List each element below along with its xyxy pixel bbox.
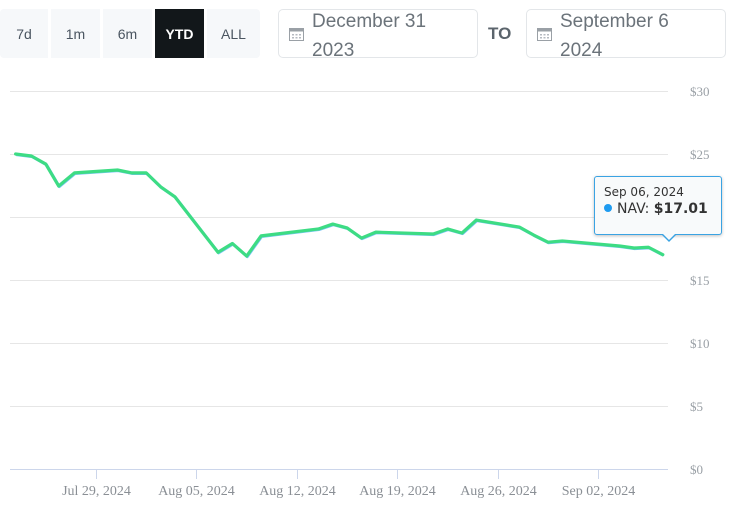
x-tick-label: Aug 19, 2024 (359, 484, 436, 499)
nav-line-chart[interactable]: $0$5$10$15$20$25$30 Jul 29, 2024Aug 05, … (0, 0, 736, 506)
y-tick-label: $0 (690, 462, 703, 477)
tooltip-date: Sep 06, 2024 (604, 185, 684, 199)
y-axis-labels: $0$5$10$15$20$25$30 (690, 84, 710, 477)
x-tick-label: Aug 05, 2024 (158, 484, 235, 499)
tooltip-value: $17.01 (653, 201, 708, 217)
y-tick-label: $25 (690, 147, 710, 162)
x-axis: Jul 29, 2024 Aug 05, 2024 Aug 12, 2024 Aug … (10, 469, 668, 499)
series-layer (14, 152, 665, 259)
x-tick-label: Jul 29, 2024 (62, 484, 131, 499)
y-tick-label: $10 (690, 336, 710, 351)
tooltip-arrow-inner (662, 233, 676, 240)
y-tick-label: $30 (690, 84, 710, 99)
x-tick-label: Aug 26, 2024 (460, 484, 537, 499)
chart-tooltip: Sep 06, 2024 NAV: $17.01 (594, 176, 722, 235)
x-tick-label: Aug 12, 2024 (259, 484, 336, 499)
grid-lines (10, 91, 668, 407)
y-tick-label: $5 (690, 399, 703, 414)
y-tick-label: $15 (690, 273, 710, 288)
series-dot-icon (604, 204, 612, 212)
x-tick-label: Sep 02, 2024 (562, 484, 636, 499)
tooltip-row: NAV: $17.01 (604, 201, 721, 217)
nav-series-line (14, 152, 665, 258)
tooltip-series-label: NAV: (617, 201, 650, 217)
